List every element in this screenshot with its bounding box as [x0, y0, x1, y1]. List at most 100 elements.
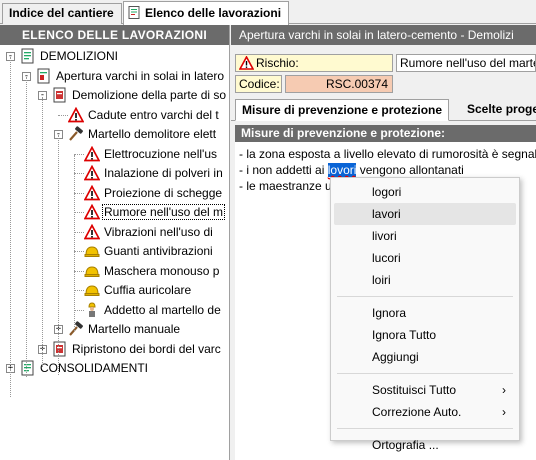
chevron-right-icon: › [502, 383, 506, 397]
tree-connector [10, 57, 11, 397]
tree-node-label: Ripristono dei bordi del varc [72, 341, 221, 356]
suggestion-item[interactable]: lucori [334, 247, 516, 269]
autocorrect-label: Correzione Auto. [372, 405, 462, 419]
warning-icon [83, 223, 101, 240]
tree-connector [74, 251, 84, 252]
tree-node[interactable]: Cuffia auricolare [103, 281, 192, 299]
suggestion-item[interactable]: livori [334, 225, 516, 247]
tree-node[interactable]: Elettrocuzione nell'us [103, 145, 218, 163]
menu-separator [337, 428, 513, 429]
tree-connector [58, 135, 59, 375]
tree-node-label: Rumore nell'uso del m [101, 204, 226, 220]
tab-bar: Indice del cantiere Elenco delle lavoraz… [0, 0, 536, 25]
rischio-label: Rischio: [256, 56, 299, 70]
tree-connector [58, 114, 68, 116]
tree-node[interactable]: Rumore nell'uso del m [101, 203, 226, 221]
tree-connector [26, 77, 27, 377]
detail-subtabs: Misure di prevenzione e protezione Scelt… [231, 99, 536, 121]
tree-node-label: Maschera monouso p [104, 263, 220, 278]
add-to-dictionary-item[interactable]: Aggiungi [334, 346, 516, 368]
tree-node[interactable]: Martello manuale [87, 320, 181, 338]
misspelled-word[interactable]: lovori [327, 163, 357, 177]
tree-node[interactable]: Maschera monouso p [103, 262, 220, 280]
tab-elenco-label: Elenco delle lavorazioni [145, 6, 282, 20]
replace-all-label: Sostituisci Tutto [372, 383, 457, 397]
tree-node-label: DEMOLIZIONI [40, 49, 119, 63]
tree-node-label: Cadute entro varchi del t [88, 107, 219, 122]
tree-node[interactable]: Demolizione della parte di so [71, 86, 227, 104]
autocorrect-submenu[interactable]: Correzione Auto. › [334, 401, 516, 423]
codice-label: Codice: [235, 75, 282, 93]
text-line: - la zona esposta a livello elevato di r… [239, 146, 536, 162]
tab-scelte-progettuali[interactable]: Scelte proge [461, 99, 536, 121]
tree-node-label: Proiezione di schegge [104, 185, 223, 200]
tab-misure-prevenzione[interactable]: Misure di prevenzione e protezione [235, 99, 450, 121]
hammer-icon [68, 126, 84, 142]
tree-node[interactable]: DEMOLIZIONI [39, 47, 119, 65]
menu-separator [337, 296, 513, 297]
tree-node-label: CONSOLIDAMENTI [40, 361, 149, 375]
tree-node[interactable]: Cadute entro varchi del t [87, 106, 220, 124]
tab-indice-cantiere[interactable]: Indice del cantiere [2, 3, 122, 24]
lavorazioni-tree-panel: ELENCO DELLE LAVORAZIONI - DEMOLIZIONI - Ap… [0, 25, 230, 460]
tree-panel-title: ELENCO DELLE LAVORAZIONI [0, 25, 229, 45]
text-line-content: - la zona esposta a livello elevato di r… [239, 147, 536, 161]
tree-node[interactable]: Vibrazioni nell'uso di [103, 223, 214, 241]
spelling-dialog-item[interactable]: Ortografia ... [334, 434, 516, 456]
phase-doc-icon [52, 87, 68, 103]
tree-node-label: Elettrocuzione nell'us [104, 146, 218, 161]
ignore-item[interactable]: Ignora [334, 302, 516, 324]
tree-node[interactable]: Apertura varchi in solai in latero [55, 67, 225, 85]
menu-separator [337, 373, 513, 374]
chevron-right-icon: › [502, 405, 506, 419]
text-line-content: - le maestranze u [239, 179, 332, 193]
helmet-icon [84, 243, 100, 259]
tree-node-label: Guanti antivibrazioni [104, 244, 213, 258]
rischio-value-field[interactable]: Rumore nell'uso del martello e [396, 54, 536, 72]
hammer-icon [68, 321, 84, 337]
warning-icon [83, 145, 101, 162]
helmet-icon [84, 263, 100, 279]
rischio-label-box: Rischio: [235, 54, 393, 72]
tree-node-label: Cuffia auricolare [104, 283, 192, 297]
tree-node[interactable]: Inalazione di polveri in [103, 164, 224, 182]
tree-connector [74, 270, 84, 272]
tree-node[interactable]: Martello demolitore elett [87, 125, 217, 143]
suggestion-item[interactable]: lavori [334, 203, 516, 225]
tree-connector [74, 290, 84, 291]
tree-node-label: Addetto al martello de [104, 302, 221, 317]
tree-node-label: Martello manuale [88, 322, 181, 336]
document-icon [128, 4, 141, 19]
tree-node[interactable]: Proiezione di schegge [103, 184, 223, 202]
tree-node-label: Vibrazioni nell'uso di [104, 224, 213, 239]
folder-doc-icon [20, 48, 36, 64]
codice-value-field[interactable]: RSC.00374 [285, 75, 393, 93]
folder-doc-icon [20, 360, 36, 376]
tree-node[interactable]: CONSOLIDAMENTI [39, 359, 149, 377]
text-line: - i non addetti ai lovori vengono allont… [239, 162, 532, 178]
spellcheck-context-menu: logori lavori livori lucori loiri Ignora… [330, 177, 520, 452]
text-line-content: - i non addetti ai [239, 163, 328, 177]
tree-node[interactable]: Addetto al martello de [103, 301, 222, 319]
ignore-all-item[interactable]: Ignora Tutto [334, 324, 516, 346]
tree-connector [74, 212, 84, 213]
tree-node-label: Apertura varchi in solai in latero [56, 68, 225, 83]
replace-all-submenu[interactable]: Sostituisci Tutto › [334, 379, 516, 401]
tree-node-label: Demolizione della parte di so [72, 88, 227, 102]
suggestion-item[interactable]: loiri [334, 269, 516, 291]
tree-connector [74, 231, 84, 233]
task-doc-icon [36, 68, 52, 84]
text-line-content: vengono allontanati [356, 163, 464, 177]
tree-node[interactable]: Guanti antivibrazioni [103, 242, 214, 260]
tab-elenco-lavorazioni[interactable]: Elenco delle lavorazioni [123, 1, 289, 25]
tree-node-label: Inalazione di polveri in [104, 166, 223, 180]
warning-icon [238, 55, 255, 71]
tree-connector [42, 97, 43, 367]
tree-connector [74, 153, 84, 155]
section-title: Misure di prevenzione e protezione: [235, 125, 536, 142]
warning-icon [83, 203, 101, 220]
tree-node[interactable]: Ripristono dei bordi del varc [71, 340, 222, 358]
tree-connector [74, 155, 75, 331]
detail-panel-title: Apertura varchi in solai in latero-cemen… [231, 25, 536, 45]
suggestion-item[interactable]: logori [334, 181, 516, 203]
